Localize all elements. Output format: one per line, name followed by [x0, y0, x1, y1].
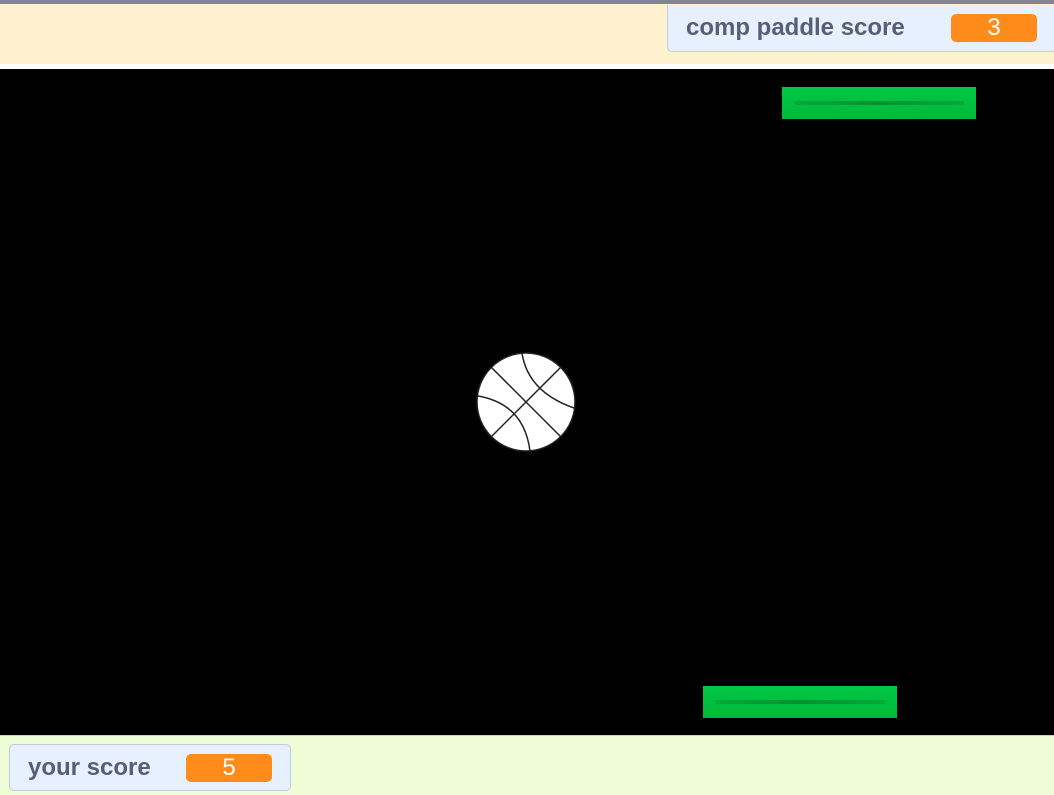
- playfield[interactable]: [0, 69, 1054, 735]
- computer-paddle: [782, 87, 976, 119]
- comp-score-monitor[interactable]: comp paddle score 3: [667, 5, 1054, 52]
- game-stage: comp paddle score 3 your score 5: [0, 0, 1054, 795]
- basketball-icon: [476, 352, 576, 452]
- player-paddle[interactable]: [703, 686, 897, 718]
- player-score-label: your score: [28, 753, 151, 781]
- player-score-monitor[interactable]: your score 5: [9, 744, 291, 791]
- player-score-value: 5: [186, 753, 272, 782]
- comp-score-label: comp paddle score: [686, 14, 905, 41]
- comp-score-value: 3: [951, 14, 1037, 42]
